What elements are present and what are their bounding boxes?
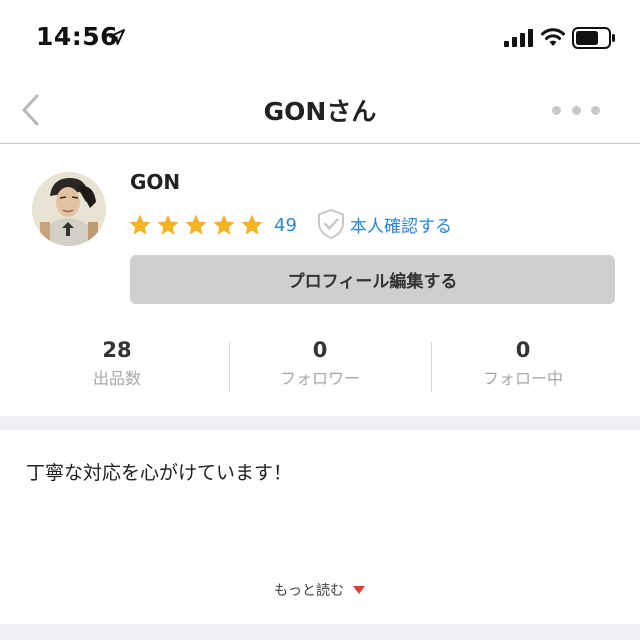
back-button[interactable] — [14, 90, 46, 130]
star-icon — [129, 214, 151, 235]
caret-down-icon — [353, 586, 365, 594]
stat-value: 0 — [515, 338, 531, 362]
rating[interactable]: 49 — [128, 212, 297, 238]
more-dots-icon — [552, 105, 561, 115]
avatar[interactable] — [32, 172, 106, 246]
verify-label: 本人確認する — [350, 216, 452, 237]
section-separator — [0, 624, 640, 640]
profile-stats: 28 出品数 0 フォロワー 0 フォロー中 — [0, 338, 640, 396]
star-icon — [185, 214, 207, 235]
username: GON — [130, 170, 181, 194]
stat-following[interactable]: 0 フォロー中 — [423, 338, 623, 389]
more-options-button[interactable] — [552, 100, 600, 120]
shield-check-icon — [318, 208, 344, 240]
bio-text: 丁寧な対応を心がけています！ — [26, 462, 293, 484]
battery-icon — [572, 27, 615, 49]
stat-label: フォロワー — [279, 369, 360, 388]
location-arrow-icon — [109, 29, 125, 45]
stat-value: 28 — [102, 338, 132, 362]
read-more-label: もっと読む — [274, 583, 344, 599]
section-separator — [0, 416, 640, 430]
read-more-button[interactable]: もっと読む — [0, 580, 640, 600]
star-icon — [241, 214, 263, 235]
rating-count[interactable]: 49 — [274, 215, 297, 236]
stat-label: 出品数 — [92, 369, 141, 388]
edit-profile-button[interactable]: プロフィール編集する — [130, 255, 615, 304]
avatar-image — [32, 172, 106, 246]
page-title: GONさん — [263, 97, 377, 126]
stat-label: フォロー中 — [482, 369, 563, 388]
stat-value: 0 — [312, 338, 328, 362]
stat-followers[interactable]: 0 フォロワー — [220, 338, 420, 389]
cellular-signal-icon — [504, 29, 533, 47]
identity-verification-link[interactable]: 本人確認する — [316, 208, 452, 240]
status-time: 14:56 — [36, 22, 119, 51]
stat-listings[interactable]: 28 出品数 — [17, 338, 217, 389]
status-bar: 14:56 — [0, 0, 640, 76]
star-icon — [157, 214, 179, 235]
chevron-left-icon — [22, 94, 39, 126]
star-icon — [213, 214, 235, 235]
navigation-bar: GONさん — [0, 76, 640, 144]
wifi-icon — [541, 28, 565, 46]
